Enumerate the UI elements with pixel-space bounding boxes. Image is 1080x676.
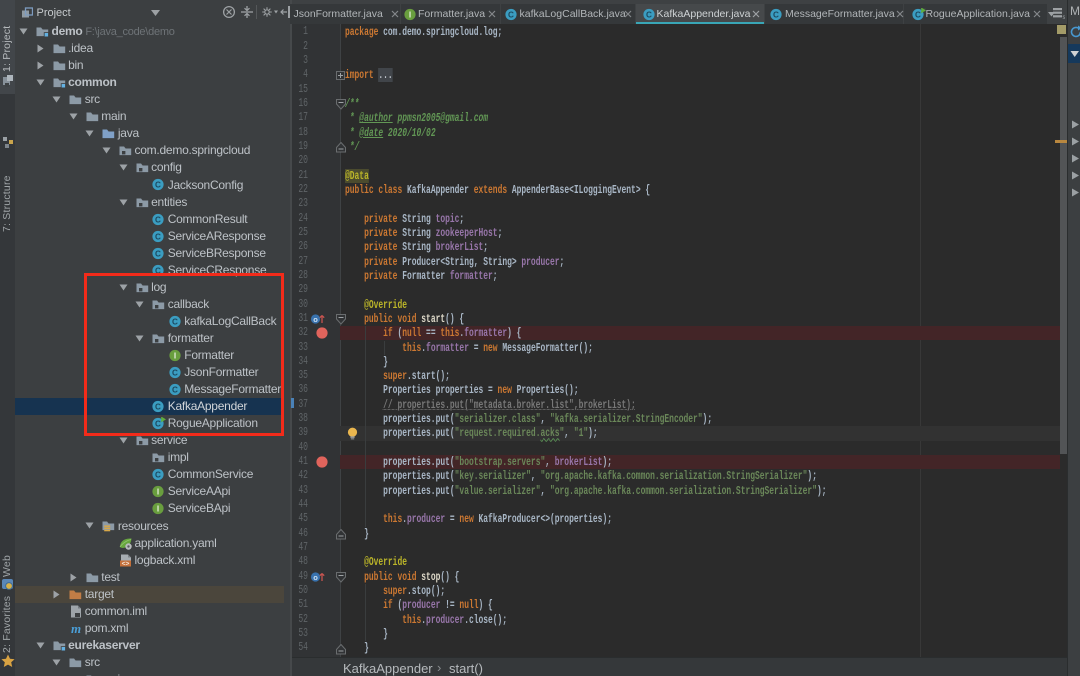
svg-text:C: C	[773, 10, 779, 19]
svg-text:C: C	[155, 232, 161, 241]
svg-text:s: s	[1063, 15, 1066, 19]
svg-text:C: C	[915, 10, 921, 19]
svg-text:o: o	[313, 573, 318, 582]
svg-text:C: C	[155, 215, 161, 224]
svg-text:I: I	[157, 505, 159, 514]
svg-text:C: C	[508, 10, 514, 19]
svg-text:m: m	[71, 622, 81, 635]
svg-text:I: I	[408, 10, 410, 19]
svg-text:C: C	[155, 249, 161, 258]
svg-text:C: C	[646, 10, 652, 19]
svg-text:<>: <>	[122, 560, 130, 566]
svg-text:C: C	[155, 181, 161, 190]
svg-text:o: o	[313, 315, 318, 324]
svg-text:C: C	[155, 471, 161, 480]
svg-text:I: I	[157, 488, 159, 497]
